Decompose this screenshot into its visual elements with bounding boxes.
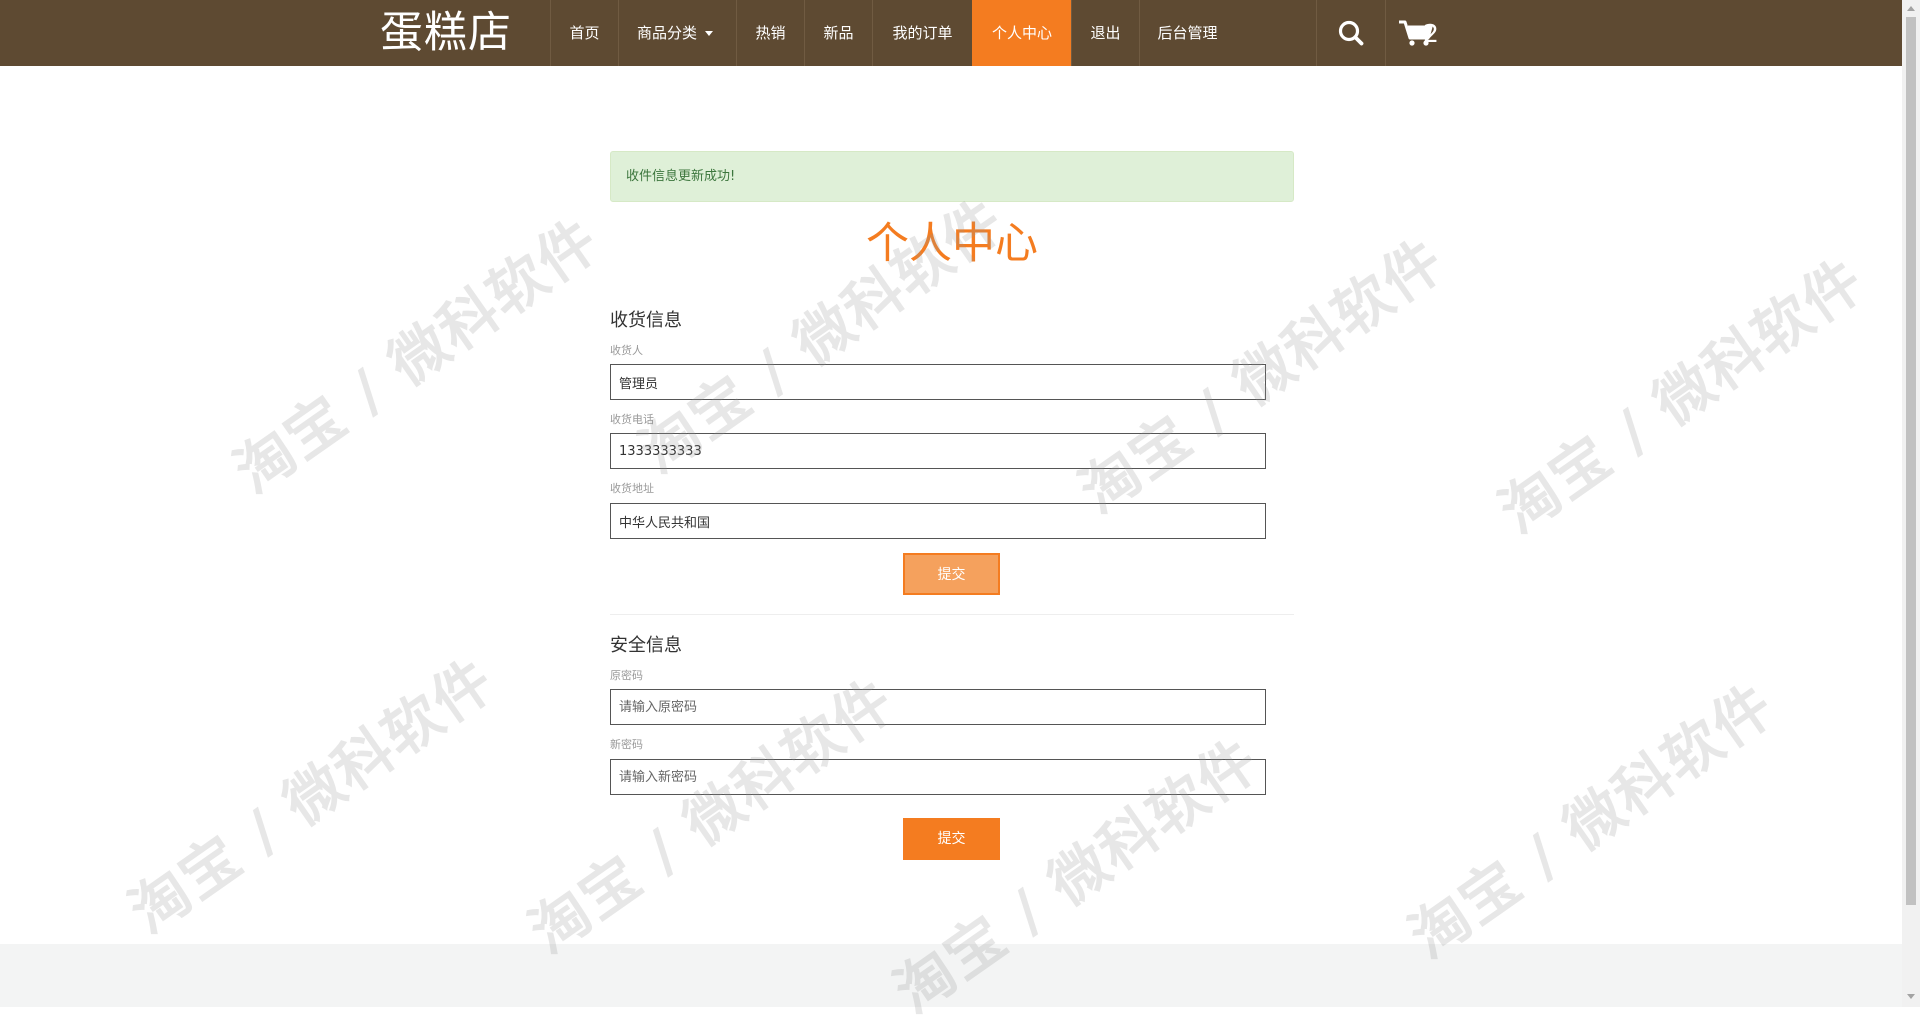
new-password-input[interactable] [610,759,1266,795]
nav-item-label: 热销 [755,24,786,42]
scroll-up-arrow-icon[interactable] [1907,6,1915,11]
brand-logo[interactable]: 蛋糕店 [380,4,512,62]
search-icon [1338,20,1364,46]
nav-item-label: 后台管理 [1157,24,1218,42]
security-section-title: 安全信息 [610,635,682,656]
address-label: 收货地址 [610,482,654,495]
nav-item-personal-center[interactable]: 个人中心 [972,0,1071,66]
watermark: 淘宝 / 微科软件 [1487,245,1877,547]
vertical-scrollbar[interactable] [1902,0,1920,1007]
nav-item-label: 个人中心 [991,24,1052,42]
search-button[interactable] [1317,0,1385,66]
section-divider [610,614,1294,615]
scroll-thumb[interactable] [1906,17,1916,905]
old-password-input[interactable] [610,689,1266,725]
cart-button[interactable]: 2 [1385,0,1455,66]
nav-menu: 首页 商品分类 热销 新品 我的订单 个人中心 退出 后台管理 [550,0,1235,66]
phone-label: 收货电话 [610,413,654,426]
nav-item-new[interactable]: 新品 [804,0,872,66]
nav-item-categories[interactable]: 商品分类 [618,0,736,66]
page-footer [0,944,1902,1007]
nav-item-label: 退出 [1090,24,1121,42]
cart-count-badge: 2 [1423,19,1439,48]
page-title: 个人中心 [866,219,1038,269]
nav-item-label: 首页 [569,24,600,42]
top-navbar: 蛋糕店 首页 商品分类 热销 新品 我的订单 个人中心 退出 后台管理 2 [0,0,1902,66]
watermark: 淘宝 / 微科软件 [117,645,507,947]
recipient-label: 收货人 [610,344,643,357]
new-password-label: 新密码 [610,738,643,751]
recipient-input[interactable] [610,364,1266,400]
nav-item-label: 新品 [823,24,854,42]
nav-item-home[interactable]: 首页 [550,0,618,66]
watermark: 淘宝 / 微科软件 [222,205,612,507]
watermark: 淘宝 / 微科软件 [1397,670,1787,972]
old-password-label: 原密码 [610,669,643,682]
nav-item-hot[interactable]: 热销 [736,0,804,66]
shipping-submit-button[interactable]: 提交 [903,553,1000,595]
security-submit-button[interactable]: 提交 [903,818,1000,860]
nav-item-logout[interactable]: 退出 [1071,0,1139,66]
phone-input[interactable] [610,433,1266,469]
nav-item-admin[interactable]: 后台管理 [1139,0,1235,66]
caret-down-icon [705,31,714,36]
nav-item-my-orders[interactable]: 我的订单 [872,0,972,66]
nav-item-label: 商品分类 [637,24,698,42]
shipping-section-title: 收货信息 [610,310,682,331]
nav-item-label: 我的订单 [892,24,953,42]
scroll-down-arrow-icon[interactable] [1907,994,1915,999]
address-input[interactable] [610,503,1266,539]
success-alert: 收件信息更新成功! [610,151,1294,202]
